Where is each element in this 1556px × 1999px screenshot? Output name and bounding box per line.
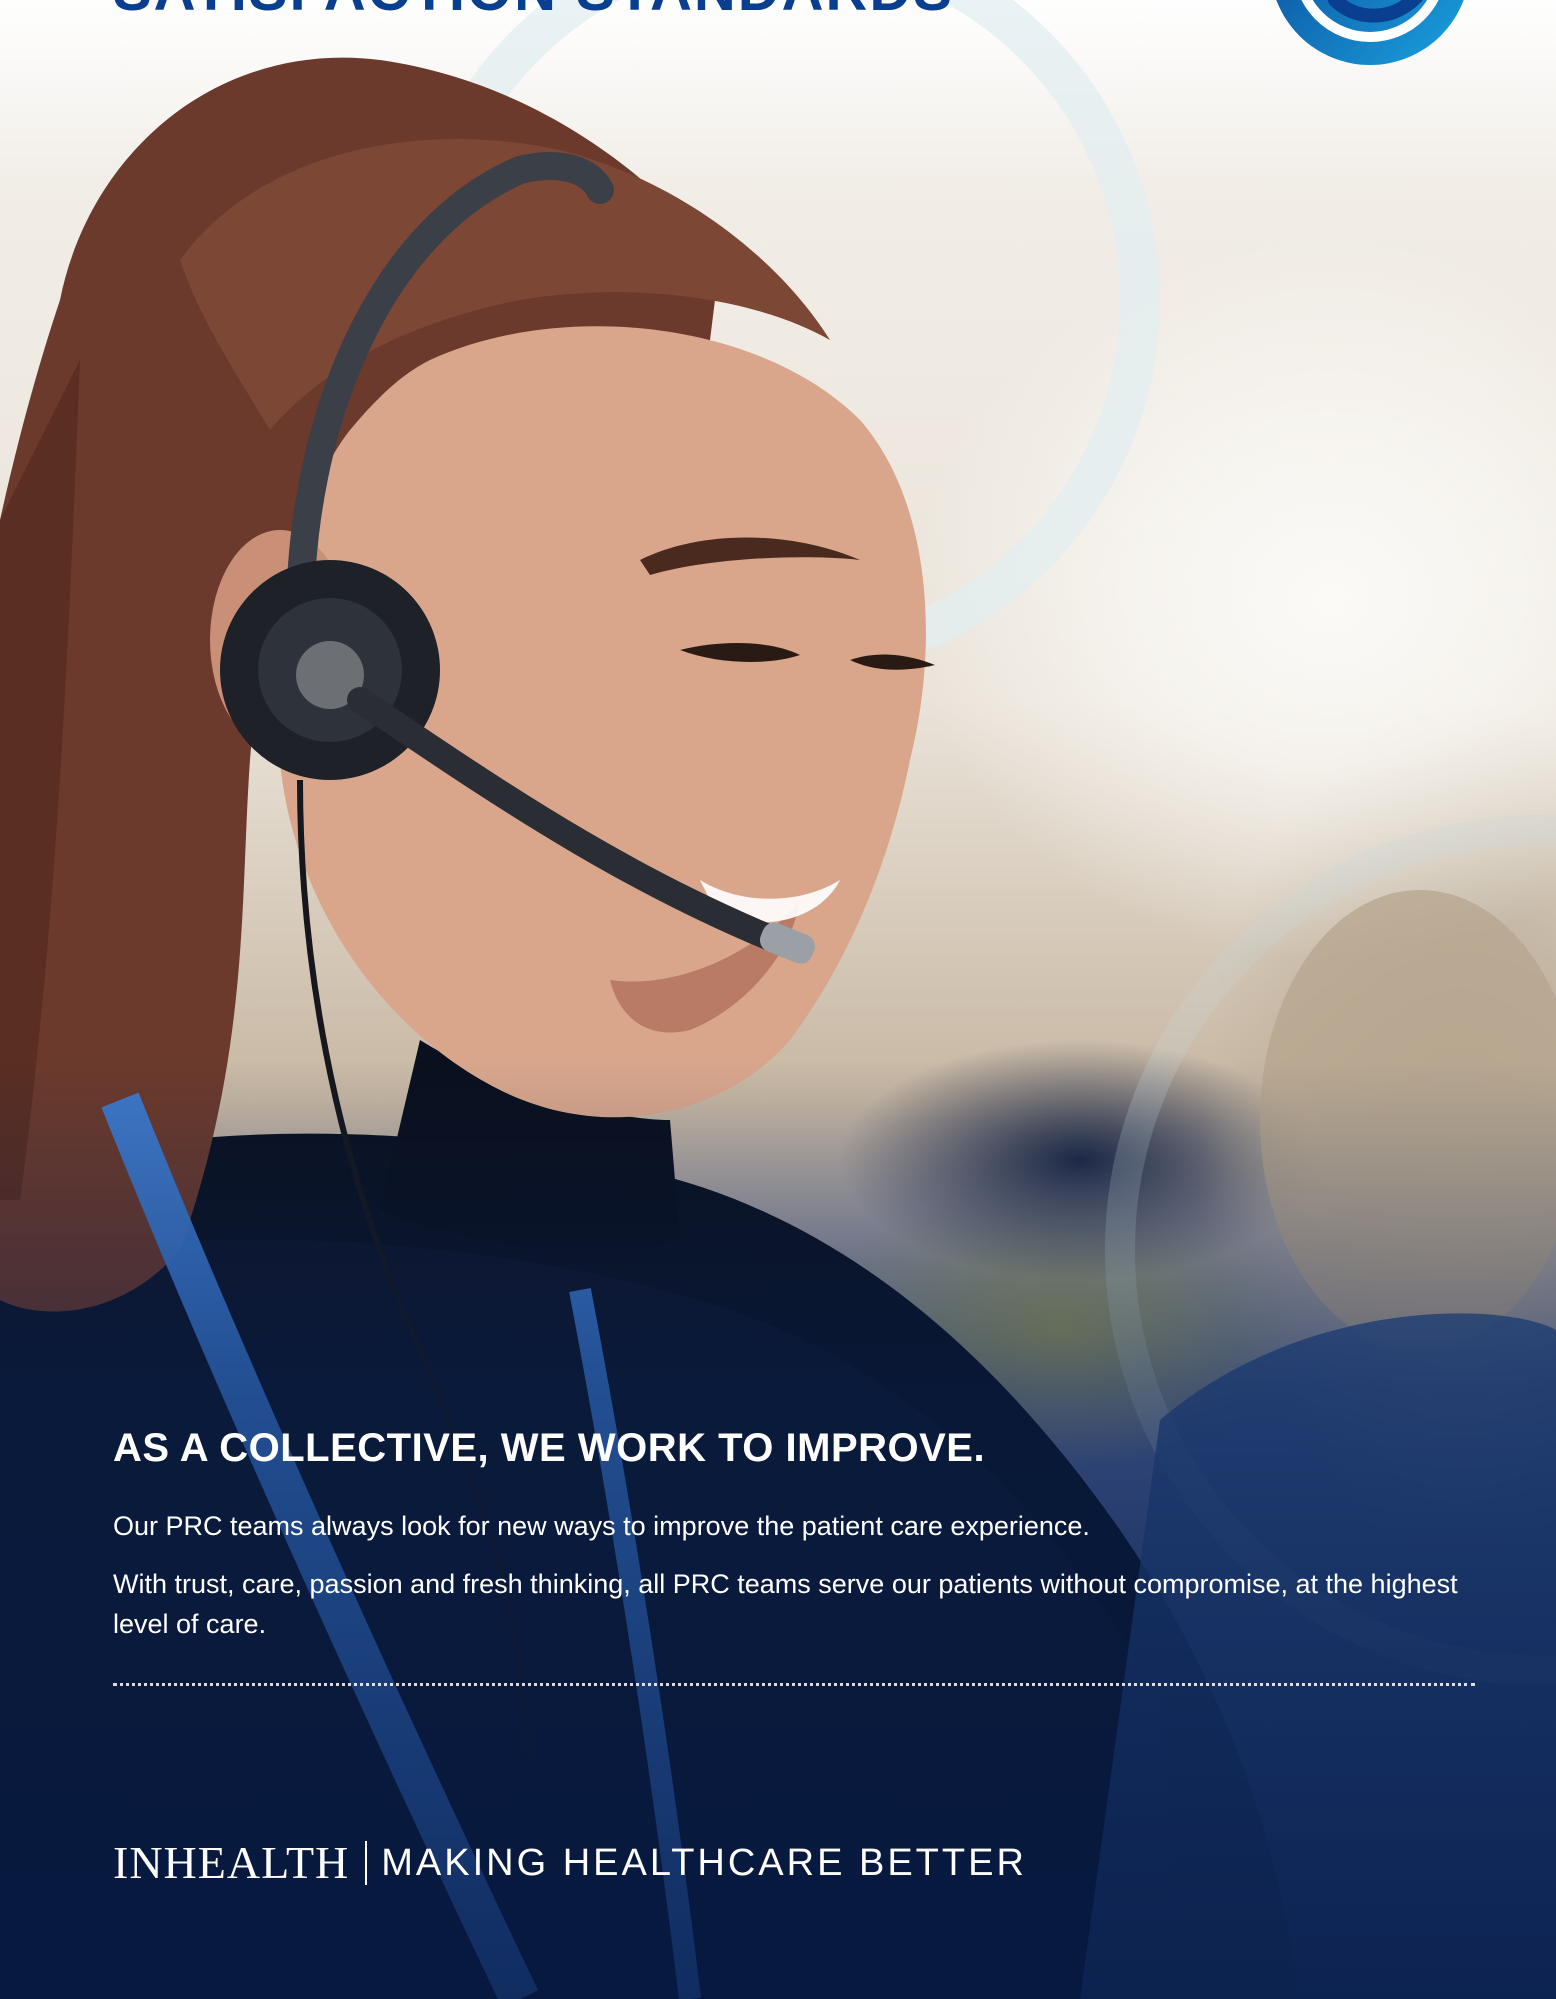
smile-badge-icon [1276, 0, 1464, 65]
section-heading: AS A COLLECTIVE, WE WORK TO IMPROVE. [113, 1426, 986, 1470]
paragraph-2: With trust, care, passion and fresh thin… [113, 1569, 1458, 1639]
dotted-divider [113, 1683, 1475, 1686]
brochure-page: SATISFACTION STANDARDS AS A COLLECTIVE, … [0, 0, 1556, 1999]
inhealth-logo: INHEALTH [113, 1837, 350, 1888]
paragraph-1: Our PRC teams always look for new ways t… [113, 1511, 1090, 1541]
brand-divider [365, 1841, 368, 1885]
page-title: SATISFACTION STANDARDS [113, 0, 954, 20]
brand-tagline: MAKING HEALTHCARE BETTER [381, 1842, 1027, 1884]
footer-branding: INHEALTH MAKING HEALTHCARE BETTER [113, 1838, 1027, 1888]
content-section: AS A COLLECTIVE, WE WORK TO IMPROVE. Our… [113, 1420, 1473, 1662]
